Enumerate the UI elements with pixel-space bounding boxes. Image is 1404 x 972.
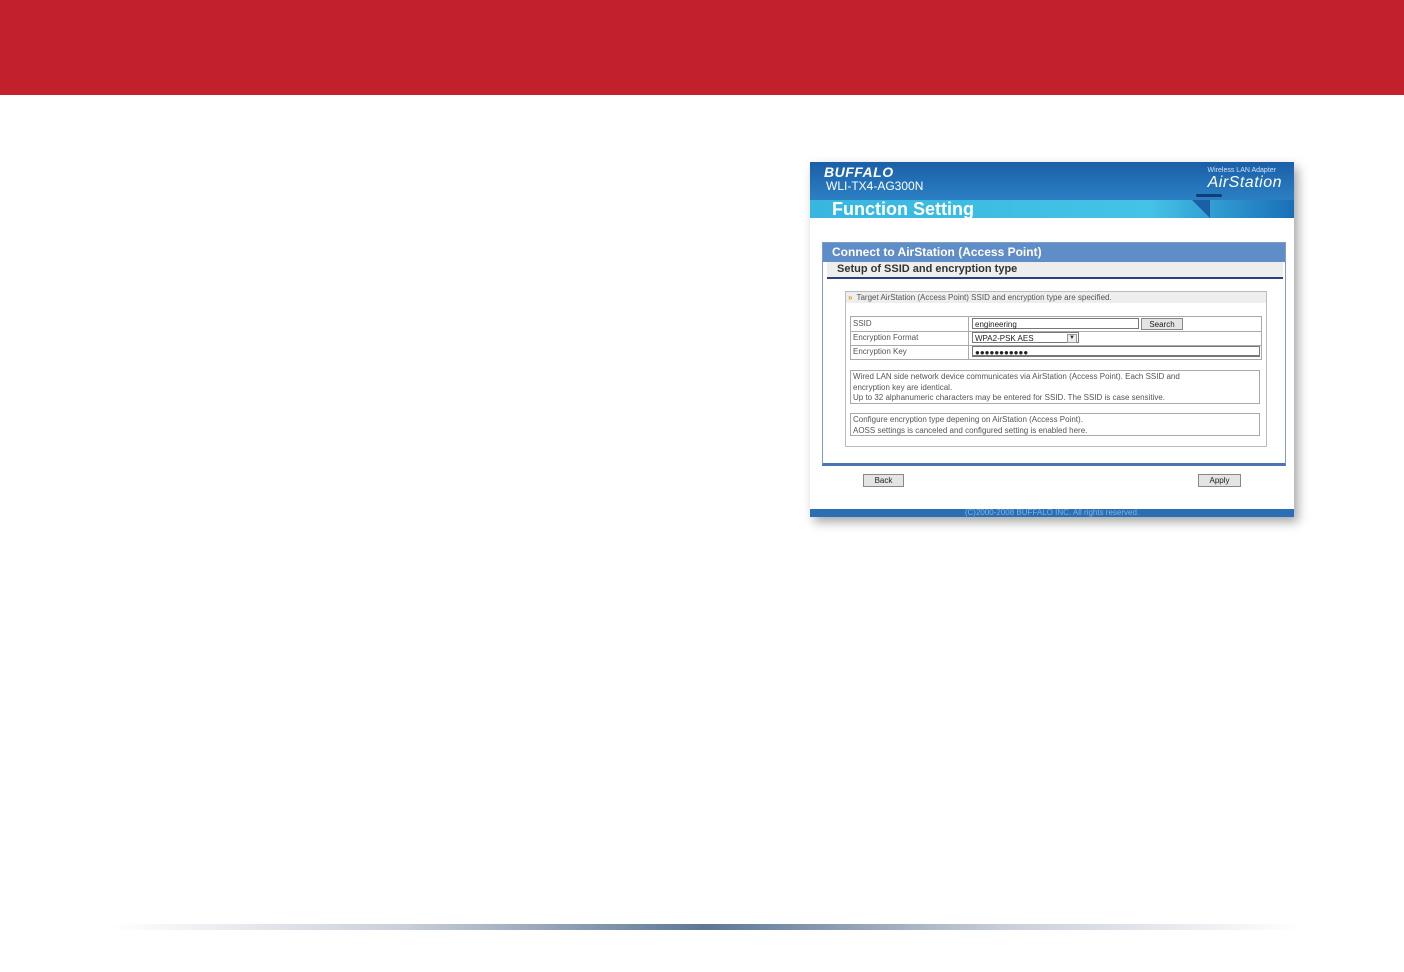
airstation-screenshot: BUFFALO WLI-TX4-AG300N Wireless LAN Adap… [810,162,1294,517]
encryption-key-label: Encryption Key [851,345,969,359]
copyright-footer: (C)2000-2008 BUFFALO INC. All rights res… [810,509,1294,517]
table-row: Encryption Key ●●●●●●●●●●● [851,345,1261,359]
note-line: Wired LAN side network device communicat… [853,372,1180,381]
top-red-band [0,0,1404,95]
brand-logo: BUFFALO [824,164,894,180]
encryption-format-label: Encryption Format [851,331,969,345]
panel-title: Connect to AirStation (Access Point) [823,243,1285,262]
panel-subtitle: Setup of SSID and encryption type [827,262,1283,279]
info-bar: » Target AirStation (Access Point) SSID a… [846,292,1266,303]
table-row: Encryption Format WPA2-PSK AES ▼ [851,331,1261,346]
encryption-note: Configure encryption type depening on Ai… [850,413,1260,436]
title-band-cut [1192,200,1210,218]
encryption-format-select[interactable]: WPA2-PSK AES ▼ [972,332,1079,343]
bottom-divider [110,924,1300,930]
apply-button[interactable]: Apply [1198,474,1241,487]
settings-table: SSID engineering Search Encryption Forma… [850,316,1262,360]
logo-swoosh [1196,194,1222,197]
search-button[interactable]: Search [1141,318,1183,330]
table-row: SSID engineering Search [851,317,1261,332]
settings-panel: Connect to AirStation (Access Point) Set… [822,242,1286,466]
ssid-note: Wired LAN side network device communicat… [850,370,1260,404]
page-title: Function Setting [832,199,974,219]
settings-box: » Target AirStation (Access Point) SSID a… [845,291,1267,447]
note-line: encryption key are identical. [853,382,953,392]
double-arrow-icon: » [848,293,853,302]
chevron-down-icon[interactable]: ▼ [1067,334,1077,343]
ssid-label: SSID [851,317,969,331]
model-name: WLI-TX4-AG300N [826,179,924,193]
note-line: Configure encryption type depening on Ai… [853,415,1083,424]
back-button[interactable]: Back [863,474,904,487]
note-line: AOSS settings is canceled and configured… [853,425,1088,435]
note-line: Up to 32 alphanumeric characters may be … [853,393,1165,402]
info-text: Target AirStation (Access Point) SSID an… [856,293,1112,302]
encryption-key-input[interactable]: ●●●●●●●●●●● [972,346,1260,357]
airstation-logo: AirStation [1207,174,1282,191]
adapter-label: Wireless LAN Adapter [1207,167,1276,174]
ssid-input[interactable]: engineering [972,318,1139,329]
